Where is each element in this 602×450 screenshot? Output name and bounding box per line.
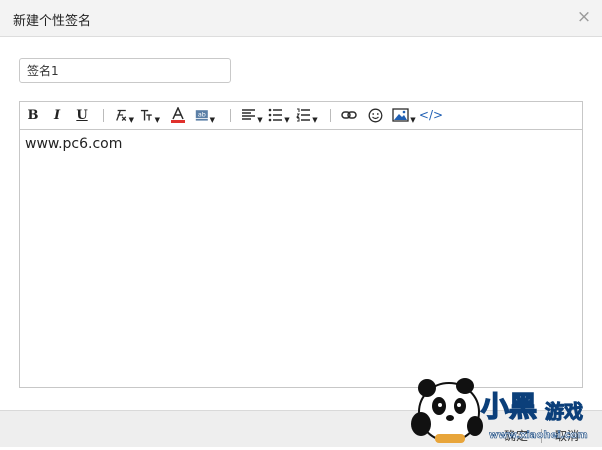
signature-name-input[interactable] (19, 58, 231, 83)
font-color-button[interactable] (169, 105, 187, 125)
chevron-down-icon: ▼ (257, 115, 263, 124)
link-button[interactable] (340, 105, 358, 125)
chevron-down-icon: ▼ (410, 115, 416, 124)
underline-button[interactable]: U (75, 105, 89, 125)
close-icon[interactable]: × (576, 8, 592, 26)
align-icon (242, 109, 256, 120)
editor-toolbar: B I U ▼ ▼ ab ▼ ▼ ▼ ▼ ▼ </> (20, 102, 582, 130)
emoji-icon (368, 108, 382, 122)
italic-icon: I (53, 107, 61, 123)
ordered-list-button[interactable]: ▼ (296, 105, 318, 125)
unordered-list-button[interactable]: ▼ (268, 105, 290, 125)
dialog-title: 新建个性签名 (13, 14, 92, 29)
font-color-icon (171, 107, 185, 123)
font-family-button[interactable]: ▼ (114, 105, 134, 125)
link-icon (341, 111, 357, 119)
chevron-down-icon: ▼ (209, 115, 215, 124)
font-family-icon (116, 109, 127, 121)
rich-text-editor: B I U ▼ ▼ ab ▼ ▼ ▼ ▼ ▼ </> www.pc6.com (19, 101, 583, 388)
svg-text:小黑: 小黑 (481, 390, 537, 423)
underline-icon: U (76, 107, 88, 123)
font-size-icon (140, 109, 152, 120)
italic-button[interactable]: I (50, 105, 64, 125)
background-color-icon: ab (195, 110, 208, 121)
bold-button[interactable]: B (26, 105, 40, 125)
svg-text:游戏: 游戏 (545, 400, 583, 423)
font-size-button[interactable]: ▼ (140, 105, 160, 125)
chevron-down-icon: ▼ (154, 115, 160, 124)
chevron-down-icon: ▼ (284, 115, 290, 124)
bold-icon: B (27, 107, 39, 123)
watermark-logo: 小黑 游戏 www.xiaohei.com (405, 372, 602, 446)
editor-content[interactable]: www.pc6.com (25, 136, 122, 152)
align-button[interactable]: ▼ (241, 105, 263, 125)
panda-mascot-icon: 小黑 游戏 www.xiaohei.com (411, 378, 588, 443)
toolbar-divider (103, 109, 104, 122)
toolbar-divider (330, 109, 331, 122)
chevron-down-icon: ▼ (128, 115, 134, 124)
ordered-list-icon (296, 108, 311, 122)
toolbar-divider (230, 109, 231, 122)
code-button[interactable]: </> (418, 105, 444, 125)
dialog-titlebar: 新建个性签名 × (0, 0, 602, 37)
svg-text:ab: ab (198, 111, 206, 119)
image-button[interactable]: ▼ (392, 105, 416, 125)
image-icon (392, 108, 409, 122)
emoji-button[interactable] (366, 105, 384, 125)
chevron-down-icon: ▼ (312, 115, 318, 124)
unordered-list-icon (268, 108, 283, 122)
background-color-button[interactable]: ab ▼ (195, 105, 215, 125)
code-icon: </> (418, 108, 444, 122)
svg-text:www.xiaohei.com: www.xiaohei.com (489, 430, 588, 441)
signature-dialog: 新建个性签名 × B I U ▼ (0, 0, 602, 447)
